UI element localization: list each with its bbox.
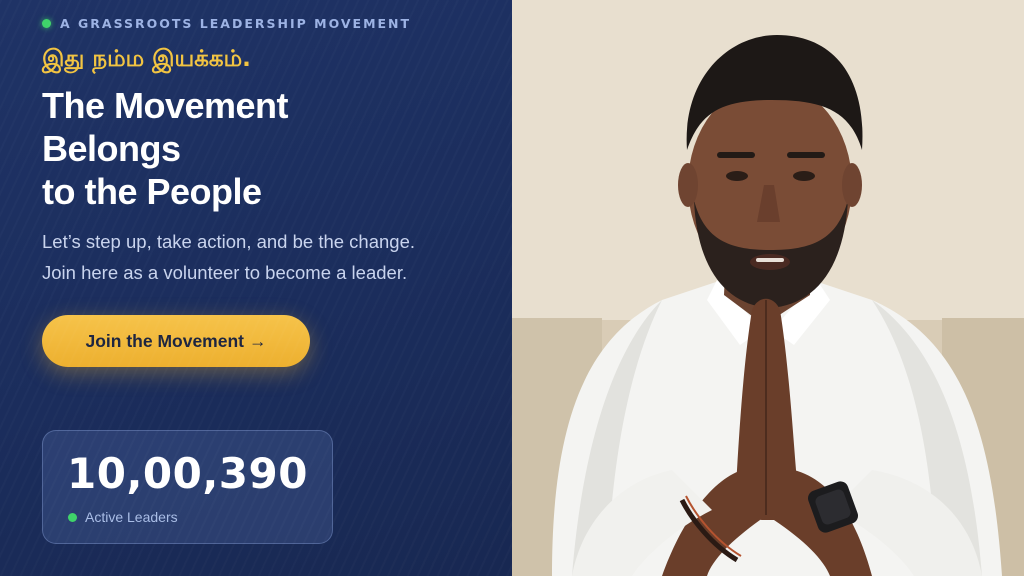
tamil-tagline: இது நம்ம இயக்கம். [42, 46, 251, 72]
eyebrow: A GRASSROOTS LEADERSHIP MOVEMENT [42, 14, 411, 32]
eyebrow-text: A GRASSROOTS LEADERSHIP MOVEMENT [60, 15, 412, 31]
hero-subtext: Let’s step up, take action, and be the c… [42, 226, 492, 288]
hero-panel: A GRASSROOTS LEADERSHIP MOVEMENT இது நம்… [0, 0, 512, 576]
headline-line: Belongs [42, 128, 181, 169]
leader-photo [512, 0, 1024, 576]
live-dot-icon [42, 18, 51, 28]
active-leaders-count: 10,00,390 [67, 449, 308, 498]
leader-portrait-image [512, 0, 1024, 576]
green-dot-icon [68, 512, 77, 522]
active-leaders-label-row: Active Leaders [68, 509, 178, 525]
join-movement-button[interactable]: Join the Movement → [42, 315, 310, 367]
headline-line: to the People [42, 171, 262, 212]
join-button-label: Join the Movement [85, 330, 245, 351]
active-leaders-card: 10,00,390 Active Leaders [42, 430, 333, 544]
headline-line: The Movement [42, 85, 289, 126]
subtext-line: Let’s step up, take action, and be the c… [42, 231, 416, 252]
active-leaders-label: Active Leaders [85, 509, 178, 525]
hero-headline: The Movement Belongs to the People [42, 84, 482, 213]
arrow-right-icon: → [249, 330, 267, 351]
subtext-line: Join here as a volunteer to become a lea… [42, 262, 408, 283]
